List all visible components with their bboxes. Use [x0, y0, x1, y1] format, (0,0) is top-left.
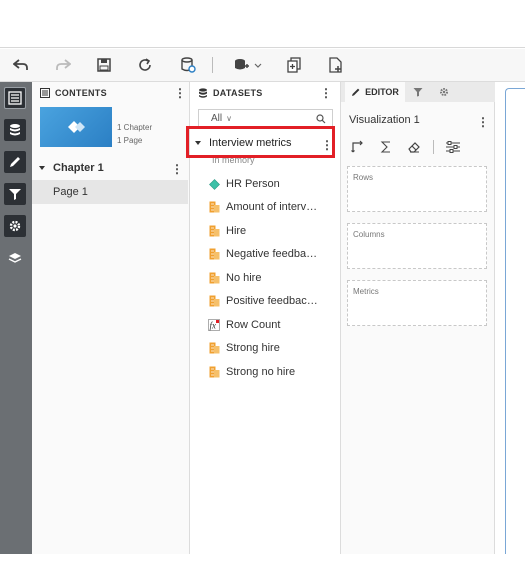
- columns-label: Columns: [353, 230, 385, 239]
- gear-icon: [440, 88, 448, 96]
- left-navigation-rail: [0, 82, 32, 554]
- datasets-title: DATASETS: [213, 88, 263, 98]
- editor-panel: EDITOR Visualization 1 ⋮ Rows Columns Me…: [341, 82, 495, 554]
- field-hire[interactable]: Hire: [208, 225, 246, 237]
- datasets-icon[interactable]: [4, 119, 26, 141]
- field-negative-feedback[interactable]: Negative feedba…: [208, 248, 317, 260]
- field-label: Row Count: [226, 319, 281, 331]
- chevron-down-icon: ∨: [226, 114, 232, 123]
- field-label: Strong no hire: [226, 366, 296, 378]
- chapter-label: Chapter 1: [53, 162, 104, 174]
- field-label: Positive feedbac…: [226, 295, 318, 307]
- field-label: Hire: [226, 225, 247, 237]
- highlight-box: [186, 126, 335, 158]
- search-icon[interactable]: [316, 114, 326, 124]
- swap-axes-icon[interactable]: [349, 139, 367, 155]
- save-icon[interactable]: [93, 55, 115, 75]
- sum-icon[interactable]: [377, 139, 395, 155]
- field-hr-person[interactable]: HR Person: [208, 178, 280, 190]
- filter-icon[interactable]: [4, 183, 26, 205]
- field-label: Negative feedba…: [226, 248, 318, 260]
- adjust-settings-icon[interactable]: [444, 139, 462, 155]
- tab-filter[interactable]: [407, 82, 429, 102]
- rows-label: Rows: [353, 173, 374, 182]
- field-label: HR Person: [226, 178, 280, 190]
- filter-icon: [413, 88, 423, 97]
- main-toolbar: [0, 49, 525, 82]
- tab-editor[interactable]: EDITOR: [345, 82, 405, 102]
- field-positive-feedback[interactable]: Positive feedbac…: [208, 295, 318, 307]
- columns-drop-zone[interactable]: Columns: [347, 223, 487, 269]
- metrics-label: Metrics: [353, 287, 379, 296]
- metric-icon: [208, 248, 220, 260]
- visualization-container[interactable]: [505, 88, 525, 554]
- metrics-drop-zone[interactable]: Metrics: [347, 280, 487, 326]
- svg-text:fx: fx: [210, 321, 217, 331]
- contents-title: CONTENTS: [55, 88, 107, 98]
- formula-icon: fx: [208, 319, 220, 331]
- page-1[interactable]: Page 1: [32, 180, 188, 204]
- new-page-icon[interactable]: [325, 55, 347, 75]
- eraser-icon[interactable]: [405, 139, 423, 155]
- contents-menu-icon[interactable]: ⋮: [174, 86, 186, 100]
- field-label: No hire: [226, 272, 262, 284]
- redo-icon[interactable]: [52, 55, 74, 75]
- metric-icon: [208, 342, 220, 354]
- rows-drop-zone[interactable]: Rows: [347, 166, 487, 212]
- layers-icon[interactable]: [4, 247, 26, 269]
- toolbar-divider: [433, 140, 434, 154]
- chapter-menu-icon[interactable]: ⋮: [171, 162, 183, 176]
- attribute-icon: [208, 178, 220, 190]
- database-icon: [199, 88, 207, 98]
- chevron-down-icon: [39, 166, 45, 170]
- top-band: [0, 0, 525, 48]
- visualization-title[interactable]: Visualization 1: [349, 114, 420, 126]
- field-label: Strong hire: [226, 342, 280, 354]
- field-label: Amount of interv…: [226, 201, 318, 213]
- field-strong-hire[interactable]: Strong hire: [208, 342, 280, 354]
- datasets-menu-icon[interactable]: ⋮: [320, 86, 332, 100]
- data-source-icon[interactable]: [177, 55, 199, 75]
- dataset-filter-value: All: [211, 113, 223, 124]
- metric-icon: [208, 272, 220, 284]
- contents-header-icon: [40, 88, 50, 98]
- page-thumbnail[interactable]: [40, 107, 112, 147]
- tab-format[interactable]: [433, 82, 455, 102]
- visualization-toolbar: [349, 139, 472, 155]
- contents-panel: CONTENTS ⋮ 1 Chapter 1 Page Chapter 1 ⋮ …: [32, 82, 190, 554]
- datasets-header: DATASETS: [190, 82, 340, 104]
- pencil-icon: [352, 88, 360, 96]
- metric-icon: [208, 225, 220, 237]
- editor-icon[interactable]: [4, 151, 26, 173]
- settings-icon[interactable]: [4, 215, 26, 237]
- contents-icon[interactable]: [4, 87, 26, 109]
- datasets-panel: DATASETS ⋮ All ∨ In memory Interview metr…: [186, 82, 341, 554]
- field-strong-no-hire[interactable]: Strong no hire: [208, 366, 295, 378]
- field-row-count[interactable]: fx Row Count: [208, 319, 280, 331]
- chapter-1[interactable]: Chapter 1: [38, 162, 104, 174]
- tab-editor-label: EDITOR: [365, 87, 399, 97]
- metric-icon: [208, 366, 220, 378]
- field-amount-of-interviews[interactable]: Amount of interv…: [208, 201, 317, 213]
- add-dataset-icon[interactable]: [230, 55, 266, 75]
- contents-header: CONTENTS: [32, 82, 189, 104]
- visualization-menu-icon[interactable]: ⋮: [477, 115, 489, 129]
- refresh-icon[interactable]: [134, 55, 156, 75]
- field-no-hire[interactable]: No hire: [208, 272, 261, 284]
- toolbar-divider: [212, 57, 213, 73]
- editor-tabs: EDITOR: [341, 82, 495, 102]
- duplicate-page-icon[interactable]: [284, 55, 306, 75]
- undo-icon[interactable]: [10, 55, 32, 75]
- page-count: 1 Page: [117, 136, 143, 145]
- canvas-area[interactable]: [495, 82, 525, 554]
- metric-icon: [208, 295, 220, 307]
- chapter-count: 1 Chapter: [117, 123, 153, 132]
- metric-icon: [208, 201, 220, 213]
